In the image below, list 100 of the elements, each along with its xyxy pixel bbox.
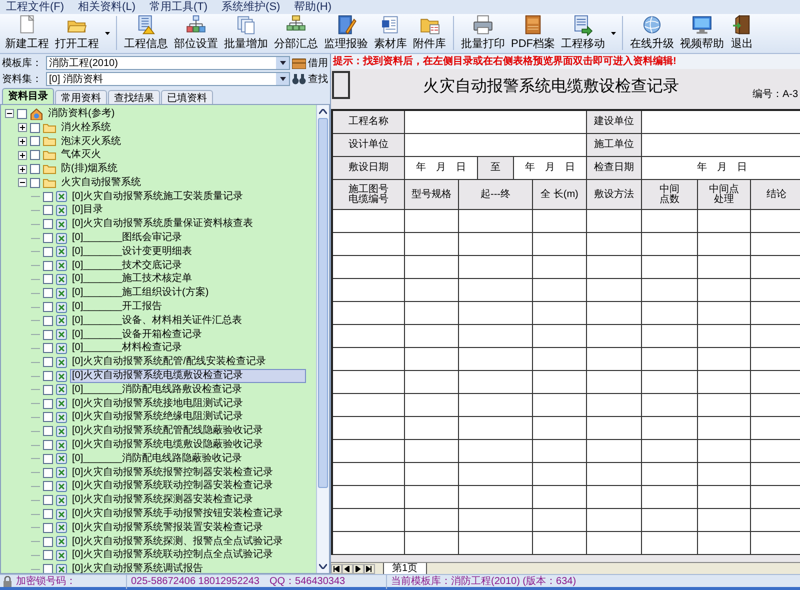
scrollbar[interactable] [316,105,329,573]
checkbox[interactable] [30,136,40,146]
tree-item[interactable]: [0]火灾自动报警系统接地电阻测试记录 [70,396,246,411]
checkbox[interactable] [30,150,40,160]
expander-icon[interactable] [18,164,27,174]
tree-item[interactable]: [0]_______施工组织设计(方案) [70,286,211,300]
checkbox[interactable] [17,108,27,119]
checkbox[interactable] [43,302,53,312]
tab[interactable]: 已填资料 [161,90,213,104]
tree-item[interactable]: [0]_______开工报告 [70,300,164,314]
checkbox[interactable] [30,164,40,174]
toolbar-button[interactable]: 退出 [727,14,757,52]
tree-item[interactable]: [0]火灾自动报警系统电缆敷设检查记录 [70,369,306,384]
toolbar-button[interactable]: PDF档案 [508,14,558,52]
toolbar-button[interactable]: 在线升级 [627,14,677,52]
tree-item[interactable]: [0]_______消防配电线路隐蔽验收记录 [70,452,244,466]
checkbox[interactable] [43,509,53,519]
checkbox[interactable] [43,454,53,464]
toolbar-button[interactable]: 打开工程 [52,14,102,52]
next-sheet-button[interactable] [353,564,364,574]
checkbox[interactable] [43,260,53,271]
sheet-tab[interactable]: 第1页 [383,562,427,574]
checkbox[interactable] [43,550,53,560]
toolbar-button[interactable]: 工程信息 [121,14,171,52]
tree-item[interactable]: [0]火灾自动报警系统探测、报警点全点试验记录 [70,534,286,549]
expander-icon[interactable] [18,136,27,146]
tab[interactable]: 资料目录 [2,88,54,104]
tree-item[interactable]: 火灾自动报警系统 [59,176,143,190]
tree-item[interactable]: 消火栓系统 [59,120,113,135]
tree-item[interactable]: 消防资料(参考) [46,106,117,121]
checkbox[interactable] [43,481,53,492]
prev-sheet-button[interactable] [342,564,353,574]
tree-item[interactable]: [0]_______图纸会审记录 [70,231,184,246]
tree-item[interactable]: [0]火灾自动报警系统施工安装质量记录 [70,190,246,204]
toolbar-button[interactable]: 批量打印 [458,14,508,52]
tree-item[interactable]: [0]火灾自动报警系统探测器安装检查记录 [70,493,256,508]
first-sheet-button[interactable] [331,564,342,574]
toolbar-button[interactable]: 部位设置 [171,14,221,52]
tree-item[interactable]: [0]火灾自动报警系统警报装置安装检查记录 [70,520,266,535]
tree-item[interactable]: [0]火灾自动报警系统配管配线隐蔽验收记录 [70,424,266,438]
menu-item[interactable]: 相关资料(L) [78,0,136,16]
checkbox[interactable] [43,495,53,506]
tree-item[interactable]: [0]_______设计变更明细表 [70,244,194,259]
tab[interactable]: 查找结果 [108,90,160,104]
expander-icon[interactable] [18,123,27,132]
tree-item[interactable]: [0]_______技术交底记录 [70,258,184,273]
tree-item[interactable]: [0]火灾自动报警系统电缆敷设隐蔽验收记录 [70,438,266,452]
checkbox[interactable] [43,440,53,450]
checkbox[interactable] [43,316,53,326]
tree-item[interactable]: [0]_______消防配电线路敷设检查记录 [70,382,244,397]
checkbox[interactable] [43,564,53,573]
tree-item[interactable]: [0]火灾自动报警系统调试报告 [70,562,206,573]
toolbar-button[interactable]: 工程移动 [558,14,608,52]
tree-item[interactable]: [0]火灾自动报警系统报警控制器安装检查记录 [70,466,276,480]
expander-icon[interactable] [18,150,27,160]
tree-item[interactable]: [0]火灾自动报警系统配管/配线安装检查记录 [70,355,268,370]
tree-item[interactable]: [0]_______材料检查记录 [70,341,184,356]
checkbox[interactable] [30,122,40,133]
checkbox[interactable] [43,522,53,533]
checkbox[interactable] [30,178,40,188]
tree-item[interactable]: 防(排)烟系统 [59,162,120,176]
checkbox[interactable] [43,219,53,230]
tree-item[interactable]: [0]火灾自动报警系统质量保证资料核查表 [70,217,256,232]
checkbox[interactable] [43,288,53,298]
tree-item[interactable]: [0]火灾自动报警系统联动控制点全点试验记录 [70,548,276,562]
tree-item[interactable]: [0]_______施工技术核定单 [70,272,194,286]
tab[interactable]: 常用资料 [55,90,107,104]
checkbox[interactable] [43,412,53,422]
checkbox[interactable] [43,536,53,547]
find-button[interactable]: 查找 [292,72,328,86]
tree-item[interactable]: [0]火灾自动报警系统绝缘电阻测试记录 [70,410,246,424]
scroll-up-icon[interactable] [319,109,327,114]
menu-item[interactable]: 常用工具(T) [150,0,208,16]
checkbox[interactable] [43,246,53,257]
toolbar-button[interactable]: 素材库 [371,14,410,52]
checkbox[interactable] [43,357,53,368]
toolbar-button[interactable]: 批量增加 [221,14,271,52]
toolbar-button[interactable]: 新建工程 [2,14,52,52]
tree-item[interactable]: [0]_______设备开箱检查记录 [70,328,204,342]
scroll-down-icon[interactable] [319,564,327,569]
checkbox[interactable] [43,468,53,478]
checkbox[interactable] [43,343,53,354]
checkbox[interactable] [43,192,53,202]
checkbox[interactable] [43,233,53,244]
tree-item[interactable]: [0]火灾自动报警系统手动报警按钮安装检查记录 [70,507,286,522]
toolbar-button[interactable]: 分部汇总 [271,14,321,52]
checkbox[interactable] [43,371,53,382]
menu-item[interactable]: 工程文件(F) [6,0,64,16]
checkbox[interactable] [43,426,53,436]
tree-item[interactable]: [0]目录 [70,203,106,218]
menu-item[interactable]: 系统维护(S) [222,0,280,16]
checkbox[interactable] [43,205,53,216]
toolbar-button[interactable]: 视频帮助 [677,14,727,52]
expander-icon[interactable] [18,178,27,188]
checkbox[interactable] [43,398,53,409]
last-sheet-button[interactable] [364,564,375,574]
checkbox[interactable] [43,274,53,284]
tree-item[interactable]: 泡沫灭火系统 [59,134,123,148]
dropdown-field[interactable]: 消防工程(2010) [46,56,290,70]
toolbar-button[interactable]: 附件库 [410,14,449,52]
